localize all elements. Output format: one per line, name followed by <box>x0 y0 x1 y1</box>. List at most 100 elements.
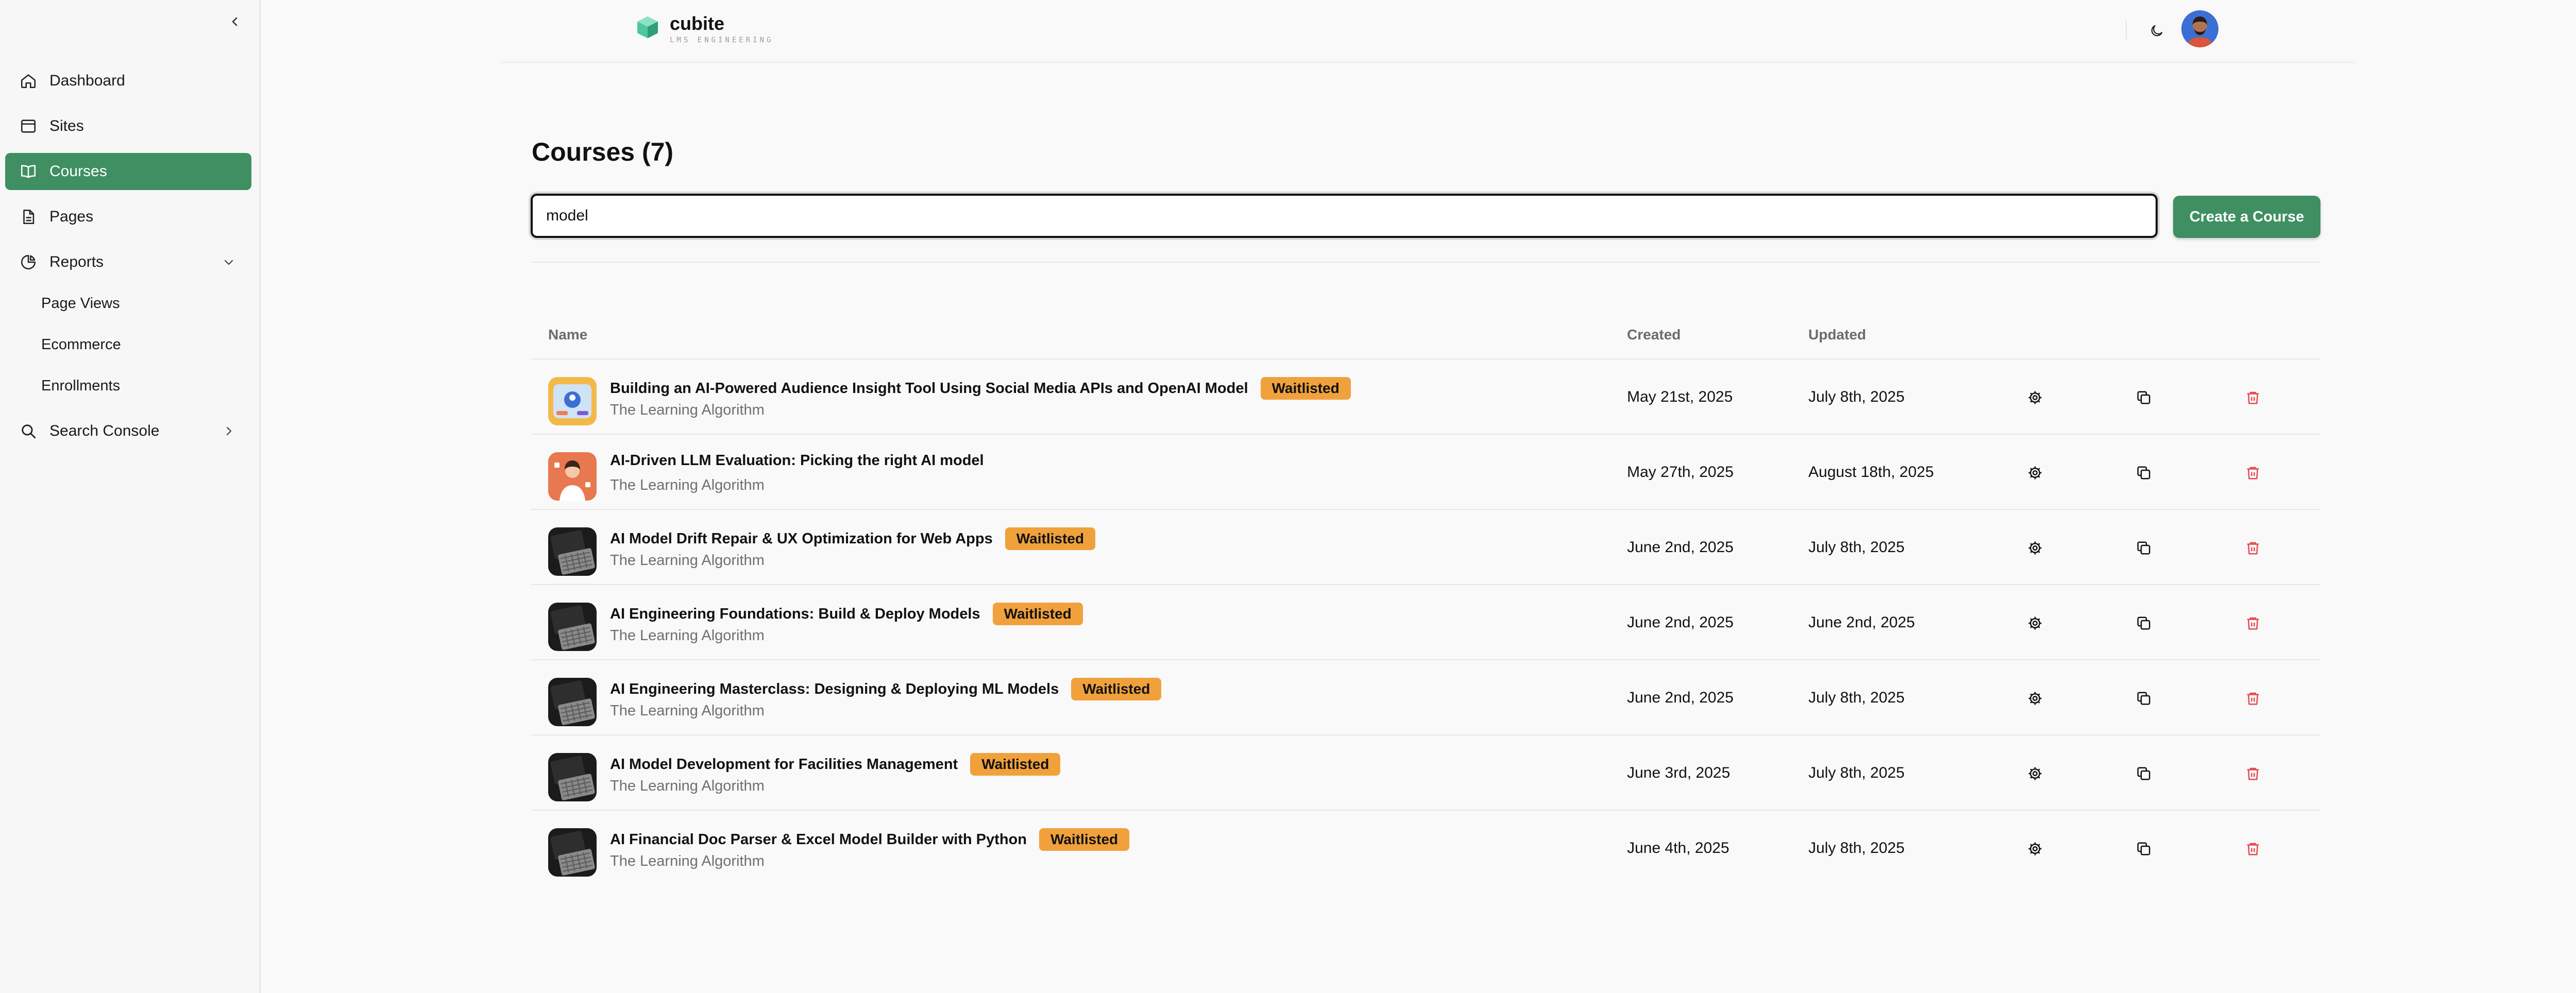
sidebar-item-dashboard[interactable]: Dashboard <box>5 62 251 99</box>
delete-button[interactable] <box>2243 613 2263 634</box>
course-thumbnail <box>548 678 597 726</box>
duplicate-button[interactable] <box>2133 838 2154 859</box>
sidebar-item-label: Dashboard <box>49 72 125 89</box>
course-thumbnail <box>548 828 597 877</box>
created-date: June 2nd, 2025 <box>1627 614 1734 631</box>
course-title[interactable]: Building an AI-Powered Audience Insight … <box>610 380 1248 397</box>
copy-icon <box>2137 391 2150 404</box>
status-badge: Waitlisted <box>1071 678 1162 700</box>
settings-button[interactable] <box>2025 387 2045 408</box>
pie-chart-icon <box>19 252 38 272</box>
table-row[interactable]: AI Model Drift Repair & UX Optimization … <box>531 509 2320 584</box>
sidebar-item-label: Search Console <box>49 422 160 439</box>
course-title[interactable]: AI Financial Doc Parser & Excel Model Bu… <box>610 831 1027 848</box>
sidebar: Dashboard Sites Courses Pages Reports Pa… <box>0 0 261 993</box>
sidebar-subitem-enrollments[interactable]: Enrollments <box>41 371 242 400</box>
status-badge: Waitlisted <box>1005 527 1095 550</box>
trash-icon <box>2247 542 2259 555</box>
copy-icon <box>2137 541 2150 555</box>
table-row[interactable]: AI Financial Doc Parser & Excel Model Bu… <box>531 810 2320 885</box>
copy-icon <box>2137 767 2150 780</box>
page-title: Courses (7) <box>532 138 674 166</box>
trash-icon <box>2247 467 2259 480</box>
sidebar-subitem-ecommerce[interactable]: Ecommerce <box>41 330 242 359</box>
create-course-button[interactable]: Create a Course <box>2173 196 2320 238</box>
duplicate-button[interactable] <box>2133 613 2154 634</box>
created-date: June 2nd, 2025 <box>1627 689 1734 706</box>
user-avatar[interactable] <box>2181 10 2218 47</box>
sidebar-item-reports[interactable]: Reports <box>5 244 251 281</box>
course-subtitle: The Learning Algorithm <box>610 778 765 794</box>
chevron-down-icon <box>221 254 237 270</box>
delete-button[interactable] <box>2243 463 2263 483</box>
document-icon <box>19 207 38 227</box>
course-title[interactable]: AI Model Development for Facilities Mana… <box>610 756 958 773</box>
status-badge: Waitlisted <box>1260 377 1351 400</box>
chevron-right-icon <box>221 423 237 439</box>
course-title[interactable]: AI-Driven LLM Evaluation: Picking the ri… <box>610 452 984 469</box>
browser-icon <box>19 116 38 136</box>
settings-button[interactable] <box>2025 613 2045 634</box>
theme-toggle-button[interactable] <box>2146 21 2167 41</box>
settings-button[interactable] <box>2025 838 2045 859</box>
duplicate-button[interactable] <box>2133 387 2154 408</box>
updated-date: July 8th, 2025 <box>1808 388 1905 405</box>
duplicate-button[interactable] <box>2133 763 2154 784</box>
course-search-input[interactable] <box>531 194 2158 238</box>
course-subtitle: The Learning Algorithm <box>610 853 765 869</box>
created-date: May 27th, 2025 <box>1627 464 1734 481</box>
duplicate-button[interactable] <box>2133 688 2154 709</box>
settings-button[interactable] <box>2025 463 2045 483</box>
table-row[interactable]: AI Engineering Foundations: Build & Depl… <box>531 584 2320 659</box>
delete-button[interactable] <box>2243 838 2263 859</box>
sidebar-item-label: Pages <box>49 208 94 225</box>
updated-date: July 8th, 2025 <box>1808 689 1905 706</box>
settings-button[interactable] <box>2025 763 2045 784</box>
header-divider <box>501 62 2355 63</box>
chevron-left-icon <box>232 17 238 26</box>
course-title[interactable]: AI Model Drift Repair & UX Optimization … <box>610 530 993 547</box>
delete-button[interactable] <box>2243 538 2263 558</box>
course-title[interactable]: AI Engineering Masterclass: Designing & … <box>610 681 1059 698</box>
status-badge: Waitlisted <box>1039 828 1130 851</box>
gear-icon <box>2028 617 2042 630</box>
sidebar-item-search-console[interactable]: Search Console <box>5 413 251 450</box>
created-date: May 21st, 2025 <box>1627 388 1733 405</box>
home-icon <box>19 71 38 91</box>
delete-button[interactable] <box>2243 763 2263 784</box>
gear-icon <box>2028 541 2042 555</box>
table-row[interactable]: AI Model Development for Facilities Mana… <box>531 734 2320 810</box>
course-subtitle: The Learning Algorithm <box>610 477 765 493</box>
sidebar-item-courses[interactable]: Courses <box>5 153 251 190</box>
sidebar-item-pages[interactable]: Pages <box>5 198 251 235</box>
book-icon <box>19 162 38 181</box>
updated-date: August 18th, 2025 <box>1808 464 1934 481</box>
sidebar-subitem-page-views[interactable]: Page Views <box>41 289 242 318</box>
status-badge: Waitlisted <box>970 753 1061 776</box>
course-title-wrap: AI Model Development for Facilities Mana… <box>610 753 1061 776</box>
collapse-sidebar-button[interactable] <box>227 13 243 30</box>
sidebar-subitem-label: Ecommerce <box>41 336 121 353</box>
trash-icon <box>2247 767 2259 780</box>
status-badge: Waitlisted <box>992 603 1083 625</box>
settings-button[interactable] <box>2025 538 2045 558</box>
updated-date: July 8th, 2025 <box>1808 840 1905 857</box>
course-title[interactable]: AI Engineering Foundations: Build & Depl… <box>610 606 980 623</box>
duplicate-button[interactable] <box>2133 463 2154 483</box>
table-row[interactable]: AI-Driven LLM Evaluation: Picking the ri… <box>531 434 2320 509</box>
trash-icon <box>2247 617 2259 630</box>
delete-button[interactable] <box>2243 688 2263 709</box>
delete-button[interactable] <box>2243 387 2263 408</box>
search-icon <box>19 421 38 441</box>
copy-icon <box>2137 617 2150 630</box>
table-row[interactable]: Building an AI-Powered Audience Insight … <box>531 358 2320 434</box>
cube-logo-icon <box>637 16 658 39</box>
sidebar-item-sites[interactable]: Sites <box>5 108 251 145</box>
settings-button[interactable] <box>2025 688 2045 709</box>
course-title-wrap: Building an AI-Powered Audience Insight … <box>610 377 1351 400</box>
table-row[interactable]: AI Engineering Masterclass: Designing & … <box>531 659 2320 734</box>
sidebar-item-label: Sites <box>49 117 84 134</box>
duplicate-button[interactable] <box>2133 538 2154 558</box>
brand-logo[interactable]: cubite LMS ENGINEERING <box>635 11 773 44</box>
brand-name: cubite <box>670 13 725 34</box>
